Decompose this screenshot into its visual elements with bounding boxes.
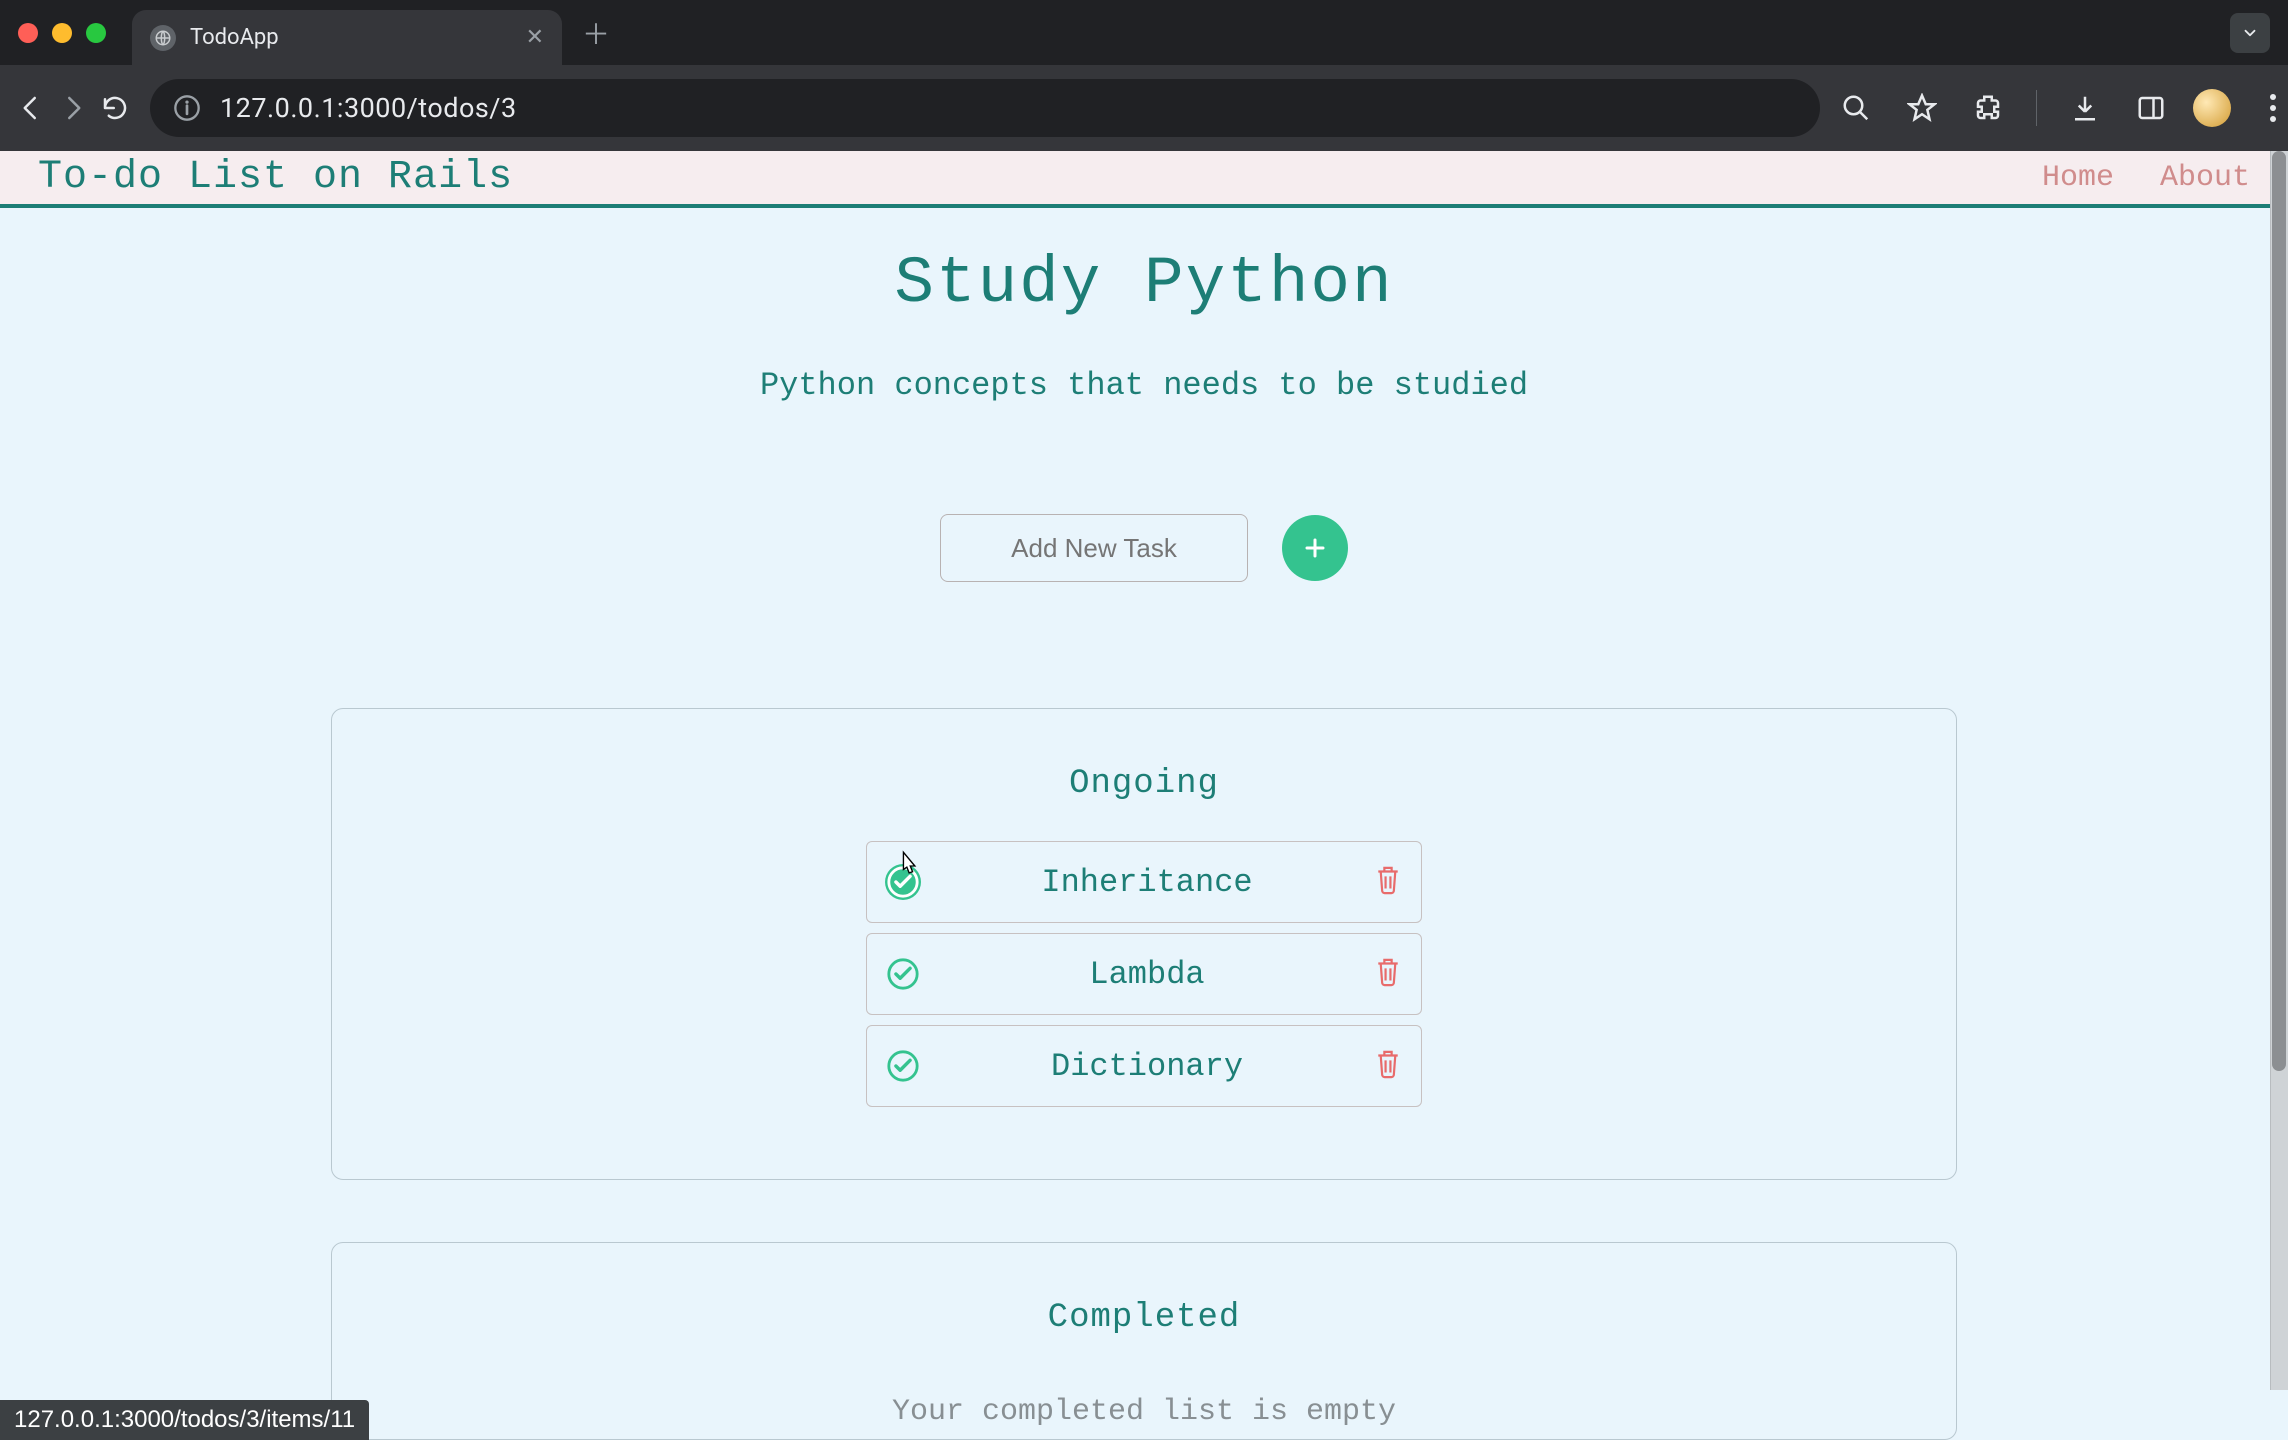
task-label[interactable]: Inheritance [921,864,1373,901]
reload-button[interactable] [100,84,130,132]
ongoing-heading: Ongoing [1069,765,1219,803]
bookmark-star-icon[interactable] [1898,84,1946,132]
task-row: Lambda [866,933,1422,1015]
add-task-input[interactable] [940,514,1248,582]
address-bar[interactable]: 127.0.0.1:3000/todos/3 [150,79,1820,137]
delete-task-button[interactable] [1373,1047,1403,1086]
brand-title[interactable]: To-do List on Rails [38,155,513,200]
browser-tab[interactable]: TodoApp ✕ [132,10,562,65]
new-tab-button[interactable]: ＋ [582,13,610,53]
zoom-icon[interactable] [1832,84,1880,132]
site-info-icon[interactable] [172,93,202,123]
page-viewport: To-do List on Rails Home About Study Pyt… [0,151,2288,1440]
trash-icon [1373,1047,1403,1081]
close-tab-icon[interactable]: ✕ [526,25,544,50]
check-circle-icon [886,957,920,991]
complete-task-button[interactable] [885,956,921,992]
browser-toolbar: 127.0.0.1:3000/todos/3 [0,65,2288,151]
trash-icon [1373,863,1403,897]
trash-icon [1373,955,1403,989]
site-nav: Home About [2042,161,2250,195]
toolbar-actions [1832,84,2288,132]
task-label[interactable]: Lambda [921,956,1373,993]
plus-icon [1303,536,1327,560]
side-panel-icon[interactable] [2127,84,2175,132]
window-zoom-icon[interactable] [86,23,106,43]
add-task-button[interactable] [1282,515,1348,581]
nav-home[interactable]: Home [2042,161,2114,195]
forward-button[interactable] [58,84,88,132]
scrollbar-track[interactable] [2270,151,2288,1390]
nav-about[interactable]: About [2160,161,2250,195]
check-circle-icon [886,865,920,899]
completed-empty-message: Your completed list is empty [892,1395,1396,1429]
tab-strip: TodoApp ✕ ＋ [0,0,2288,65]
back-button[interactable] [16,84,46,132]
status-bar: 127.0.0.1:3000/todos/3/items/11 [0,1400,369,1440]
task-row: Inheritance [866,841,1422,923]
chrome-menu-icon[interactable] [2249,84,2288,132]
complete-task-button[interactable] [885,1048,921,1084]
add-task-row [940,514,1348,582]
url-text[interactable]: 127.0.0.1:3000/todos/3 [220,92,1798,124]
task-label[interactable]: Dictionary [921,1048,1373,1085]
complete-task-button[interactable] [885,864,921,900]
profile-avatar[interactable] [2193,89,2231,127]
extensions-icon[interactable] [1964,84,2012,132]
delete-task-button[interactable] [1373,955,1403,994]
tabs-dropdown-icon[interactable] [2230,13,2270,53]
completed-panel: Completed Your completed list is empty [331,1242,1957,1440]
window-minimize-icon[interactable] [52,23,72,43]
globe-icon [150,25,176,51]
tab-title: TodoApp [190,25,512,50]
downloads-icon[interactable] [2061,84,2109,132]
window-controls [18,23,106,43]
task-row: Dictionary [866,1025,1422,1107]
browser-chrome: TodoApp ✕ ＋ 127.0.0.1:3000/todos/3 [0,0,2288,151]
ongoing-panel: Ongoing Inheritance Lambda [331,708,1957,1180]
delete-task-button[interactable] [1373,863,1403,902]
page-title: Study Python [894,246,1393,321]
window-close-icon[interactable] [18,23,38,43]
scrollbar-thumb[interactable] [2272,151,2286,1071]
site-header: To-do List on Rails Home About [0,151,2288,208]
main-content: Study Python Python concepts that needs … [0,208,2288,1440]
check-circle-icon [886,1049,920,1083]
page-subtitle: Python concepts that needs to be studied [760,367,1528,404]
toolbar-separator [2036,90,2037,126]
completed-heading: Completed [1048,1299,1241,1337]
